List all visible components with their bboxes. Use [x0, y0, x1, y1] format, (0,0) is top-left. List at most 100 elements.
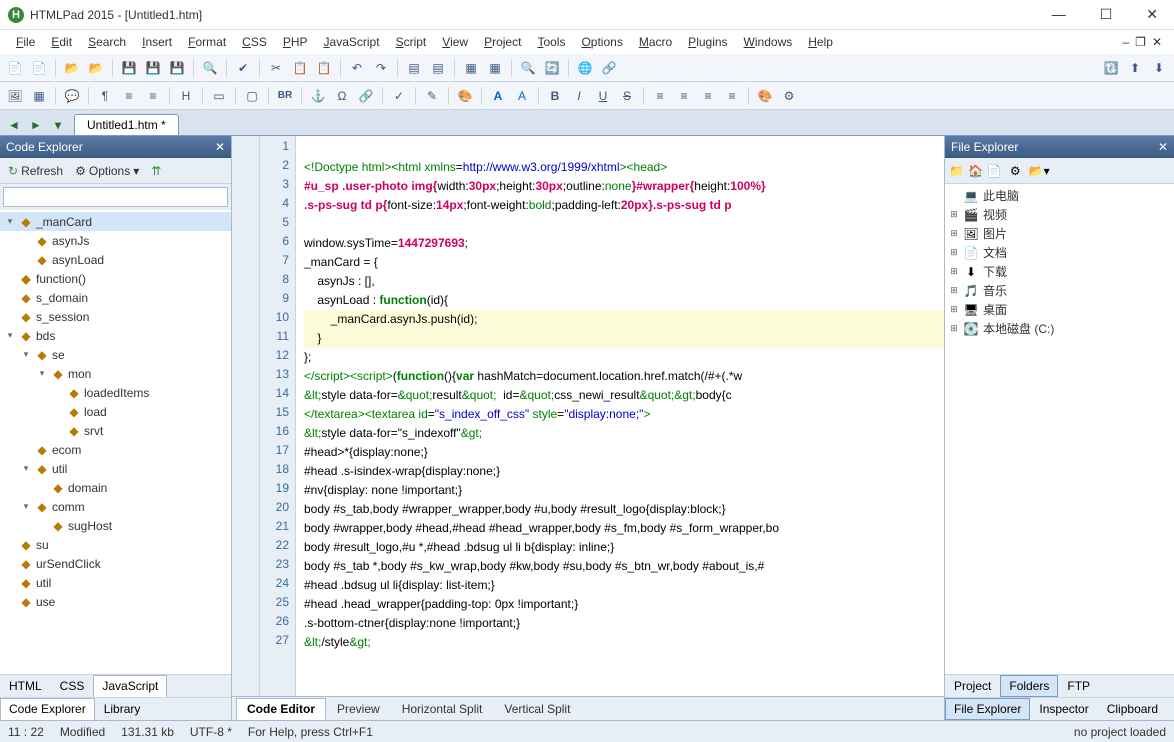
browser-button[interactable]: 🌐	[574, 57, 596, 79]
fe-tab-inspector[interactable]: Inspector	[1030, 698, 1097, 720]
new-button[interactable]: 📄	[28, 57, 50, 79]
menu-view[interactable]: View	[434, 33, 476, 51]
menu-options[interactable]: Options	[573, 33, 630, 51]
file-item[interactable]: ⊞📄文档	[945, 243, 1174, 262]
redo-button[interactable]: ↷	[370, 57, 392, 79]
document-tab[interactable]: Untitled1.htm *	[74, 114, 179, 135]
table-button[interactable]: ▦	[28, 85, 50, 107]
menu-tools[interactable]: Tools	[529, 33, 573, 51]
menu-project[interactable]: Project	[476, 33, 529, 51]
tree-item-domain[interactable]: ◆domain	[0, 478, 231, 497]
search-button[interactable]: 🔍	[199, 57, 221, 79]
tree-item-asynjs[interactable]: ◆asynJs	[0, 231, 231, 250]
save-button[interactable]: 💾	[118, 57, 140, 79]
cut-button[interactable]: ✂	[265, 57, 287, 79]
h-button[interactable]: H	[175, 85, 197, 107]
collapse-button[interactable]: ⇈	[147, 162, 165, 180]
tree-item-function[interactable]: ◆function()	[0, 269, 231, 288]
italic-button[interactable]: I	[568, 85, 590, 107]
bold-button[interactable]: B	[544, 85, 566, 107]
lang-tab-css[interactable]: CSS	[51, 675, 94, 697]
save-all-button[interactable]: 💾	[142, 57, 164, 79]
save-as-button[interactable]: 💾	[166, 57, 188, 79]
tree-item-util[interactable]: ▾◆util	[0, 459, 231, 478]
maximize-button[interactable]: ☐	[1092, 4, 1121, 25]
underline-button[interactable]: U	[592, 85, 614, 107]
code-explorer-tree[interactable]: ▾◆_manCard◆asynJs◆asynLoad◆function()◆s_…	[0, 210, 231, 674]
link-button[interactable]: 🔗	[355, 85, 377, 107]
tree-item-util[interactable]: ◆util	[0, 573, 231, 592]
editor-tab-vertical-split[interactable]: Vertical Split	[493, 698, 581, 720]
file-item[interactable]: ⊞💽本地磁盘 (C:)	[945, 319, 1174, 338]
fe-home-button[interactable]: 🏠	[968, 164, 983, 178]
fe-up-button[interactable]: 📁	[949, 164, 964, 178]
script-button[interactable]: ⚙	[778, 85, 800, 107]
file-tree[interactable]: 💻此电脑⊞🎬视频⊞🖼图片⊞📄文档⊞⬇下载⊞🎵音乐⊞🖥桌面⊞💽本地磁盘 (C:)	[945, 184, 1174, 674]
font-button[interactable]: A	[487, 85, 509, 107]
tree-item-mancard[interactable]: ▾◆_manCard	[0, 212, 231, 231]
file-item[interactable]: ⊞🎵音乐	[945, 281, 1174, 300]
align-right-button[interactable]: ≡	[697, 85, 719, 107]
ce-tab-library[interactable]: Library	[95, 698, 150, 720]
css-button[interactable]: 🎨	[754, 85, 776, 107]
align-left-button[interactable]: ≡	[649, 85, 671, 107]
ce-tab-code-explorer[interactable]: Code Explorer	[0, 698, 95, 720]
list-ul-button[interactable]: ≡	[118, 85, 140, 107]
form-button[interactable]: ▢	[241, 85, 263, 107]
fe-tab-project[interactable]: Project	[945, 675, 1000, 697]
paste-button[interactable]: 📋	[313, 57, 335, 79]
refresh-button[interactable]: ↻ Refresh	[4, 162, 67, 180]
undo-button[interactable]: ↶	[346, 57, 368, 79]
code-explorer-close-icon[interactable]: ✕	[215, 140, 225, 154]
fe-settings-button[interactable]: ⚙	[1010, 164, 1021, 178]
mdi-minimize-icon[interactable]: –	[1122, 35, 1129, 49]
find-button[interactable]: 🔍	[517, 57, 539, 79]
file-explorer-close-icon[interactable]: ✕	[1158, 140, 1168, 154]
anchor-button[interactable]: ⚓	[307, 85, 329, 107]
copy-button[interactable]: 📋	[289, 57, 311, 79]
comment-button[interactable]: 💬	[61, 85, 83, 107]
lang-tab-html[interactable]: HTML	[0, 675, 51, 697]
code-explorer-search-input[interactable]	[3, 187, 228, 207]
fe-view-button[interactable]: 📂▾	[1029, 164, 1050, 178]
file-item[interactable]: ⊞⬇下载	[945, 262, 1174, 281]
tree-item-sdomain[interactable]: ◆s_domain	[0, 288, 231, 307]
options-button[interactable]: ⚙ Options ▾	[71, 162, 143, 180]
tree-item-su[interactable]: ◆su	[0, 535, 231, 554]
tree-item-sughost[interactable]: ◆sugHost	[0, 516, 231, 535]
mdi-close-icon[interactable]: ✕	[1152, 35, 1162, 49]
validate-button[interactable]: ✓	[388, 85, 410, 107]
image-button[interactable]: 🖼	[4, 85, 26, 107]
menu-windows[interactable]: Windows	[736, 33, 801, 51]
open-recent-button[interactable]: 📂	[85, 57, 107, 79]
align-justify-button[interactable]: ≡	[721, 85, 743, 107]
editor-tab-horizontal-split[interactable]: Horizontal Split	[391, 698, 494, 720]
new-file-button[interactable]: 📄	[4, 57, 26, 79]
tree-item-comm[interactable]: ▾◆comm	[0, 497, 231, 516]
tree-item-bds[interactable]: ▾◆bds	[0, 326, 231, 345]
menu-insert[interactable]: Insert	[134, 33, 180, 51]
open-button[interactable]: 📂	[61, 57, 83, 79]
sync-button[interactable]: 🔃	[1100, 57, 1122, 79]
nav-forward-button[interactable]: ►	[26, 115, 46, 135]
div-button[interactable]: ▭	[208, 85, 230, 107]
layout-button[interactable]: ▦	[460, 57, 482, 79]
file-item[interactable]: ⊞🖼图片	[945, 224, 1174, 243]
preview-button[interactable]: 🔗	[598, 57, 620, 79]
download-button[interactable]: ⬇	[1148, 57, 1170, 79]
nav-menu-button[interactable]: ▾	[48, 115, 68, 135]
menu-format[interactable]: Format	[180, 33, 234, 51]
tree-item-srvt[interactable]: ◆srvt	[0, 421, 231, 440]
file-item[interactable]: 💻此电脑	[945, 186, 1174, 205]
tree-item-ursendclick[interactable]: ◆urSendClick	[0, 554, 231, 573]
code-editor[interactable]: <!Doctype html><html xmlns=http://www.w3…	[296, 136, 944, 696]
menu-php[interactable]: PHP	[275, 33, 316, 51]
fe-tab-clipboard[interactable]: Clipboard	[1098, 698, 1167, 720]
menu-edit[interactable]: Edit	[43, 33, 80, 51]
menu-css[interactable]: CSS	[234, 33, 275, 51]
omega-button[interactable]: Ω	[331, 85, 353, 107]
editor-tab-preview[interactable]: Preview	[326, 698, 391, 720]
fe-new-button[interactable]: 📄	[987, 164, 1002, 178]
tree-item-asynload[interactable]: ◆asynLoad	[0, 250, 231, 269]
replace-button[interactable]: 🔄	[541, 57, 563, 79]
